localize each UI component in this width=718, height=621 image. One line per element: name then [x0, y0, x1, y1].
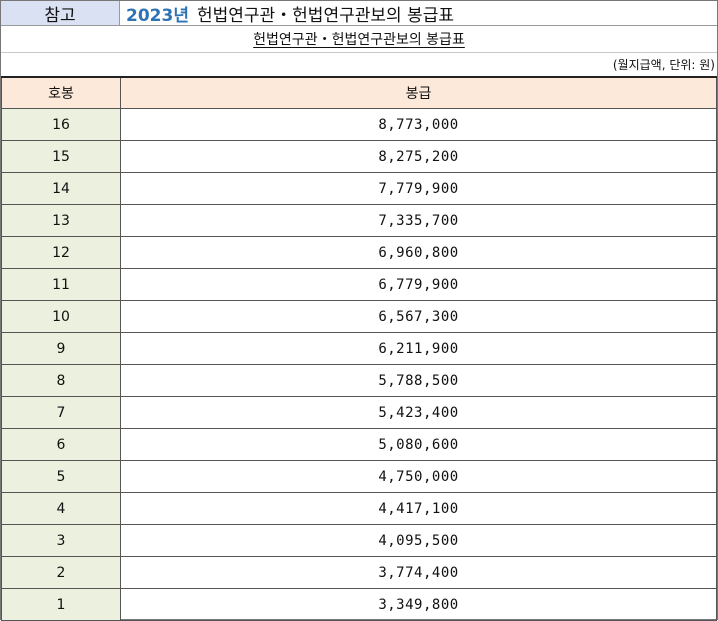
unit-note: (월지급액, 단위: 원) [612, 57, 715, 72]
pay-cell[interactable]: 6,211,900 [120, 332, 717, 365]
table-row: 1 3,349,800 [1, 588, 717, 621]
grade-cell[interactable]: 1 [1, 588, 121, 621]
title-year: 2023년 [126, 5, 189, 26]
table-row: 2 3,774,400 [1, 556, 717, 589]
grade-cell[interactable]: 13 [1, 204, 121, 237]
table-row: 13 7,335,700 [1, 204, 717, 237]
table-row: 11 6,779,900 [1, 268, 717, 301]
pay-cell[interactable]: 7,335,700 [120, 204, 717, 237]
sheet-title: 2023년 헌법연구관・헌법연구관보의 봉급표 [120, 1, 454, 26]
table-body: 16 8,773,000 15 8,275,200 14 7,779,900 13 7,335… [1, 108, 717, 621]
grade-cell[interactable]: 9 [1, 332, 121, 365]
pay-cell[interactable]: 6,779,900 [120, 268, 717, 301]
grade-cell[interactable]: 5 [1, 460, 121, 493]
grade-cell[interactable]: 14 [1, 172, 121, 205]
pay-cell[interactable]: 3,774,400 [120, 556, 717, 589]
pay-cell[interactable]: 6,960,800 [120, 236, 717, 269]
pay-cell[interactable]: 4,417,100 [120, 492, 717, 525]
pay-cell[interactable]: 4,095,500 [120, 524, 717, 557]
pay-cell[interactable]: 6,567,300 [120, 300, 717, 333]
table-row: 15 8,275,200 [1, 140, 717, 173]
table-row: 8 5,788,500 [1, 364, 717, 397]
pay-cell[interactable]: 5,423,400 [120, 396, 717, 429]
column-header-grade: 호봉 [1, 76, 121, 109]
table-row: 16 8,773,000 [1, 108, 717, 141]
table-row: 7 5,423,400 [1, 396, 717, 429]
table-row: 9 6,211,900 [1, 332, 717, 365]
table-row: 6 5,080,600 [1, 428, 717, 461]
table-header-row: 호봉 봉급 [1, 76, 717, 109]
grade-cell[interactable]: 4 [1, 492, 121, 525]
pay-cell[interactable]: 7,779,900 [120, 172, 717, 205]
grade-cell[interactable]: 2 [1, 556, 121, 589]
grade-cell[interactable]: 10 [1, 300, 121, 333]
table-row: 4 4,417,100 [1, 492, 717, 525]
pay-cell[interactable]: 8,773,000 [120, 108, 717, 141]
grade-cell[interactable]: 8 [1, 364, 121, 397]
grade-cell[interactable]: 16 [1, 108, 121, 141]
salary-table: 호봉 봉급 16 8,773,000 15 8,275,200 14 7,779,900 1… [1, 76, 717, 621]
grade-cell[interactable]: 3 [1, 524, 121, 557]
grade-cell[interactable]: 15 [1, 140, 121, 173]
pay-cell[interactable]: 3,349,800 [120, 588, 717, 621]
spreadsheet-sheet: 참고 2023년 헌법연구관・헌법연구관보의 봉급표 헌법연구관・헌법연구관보의… [0, 0, 718, 621]
grade-cell[interactable]: 6 [1, 428, 121, 461]
pay-cell[interactable]: 8,275,200 [120, 140, 717, 173]
table-row: 5 4,750,000 [1, 460, 717, 493]
grade-cell[interactable]: 12 [1, 236, 121, 269]
table-caption: 헌법연구관・헌법연구관보의 봉급표 [253, 32, 465, 48]
reference-tag: 참고 [1, 1, 120, 26]
table-caption-row: 헌법연구관・헌법연구관보의 봉급표 [1, 26, 717, 53]
grade-cell[interactable]: 11 [1, 268, 121, 301]
title-label: 헌법연구관・헌법연구관보의 봉급표 [196, 5, 454, 26]
pay-cell[interactable]: 5,080,600 [120, 428, 717, 461]
pay-cell[interactable]: 5,788,500 [120, 364, 717, 397]
table-row: 14 7,779,900 [1, 172, 717, 205]
table-row: 12 6,960,800 [1, 236, 717, 269]
table-row: 3 4,095,500 [1, 524, 717, 557]
unit-row: (월지급액, 단위: 원) [1, 53, 717, 75]
table-row: 10 6,567,300 [1, 300, 717, 333]
grade-cell[interactable]: 7 [1, 396, 121, 429]
title-row: 참고 2023년 헌법연구관・헌법연구관보의 봉급표 [1, 1, 717, 26]
pay-cell[interactable]: 4,750,000 [120, 460, 717, 493]
column-header-pay: 봉급 [120, 76, 717, 109]
